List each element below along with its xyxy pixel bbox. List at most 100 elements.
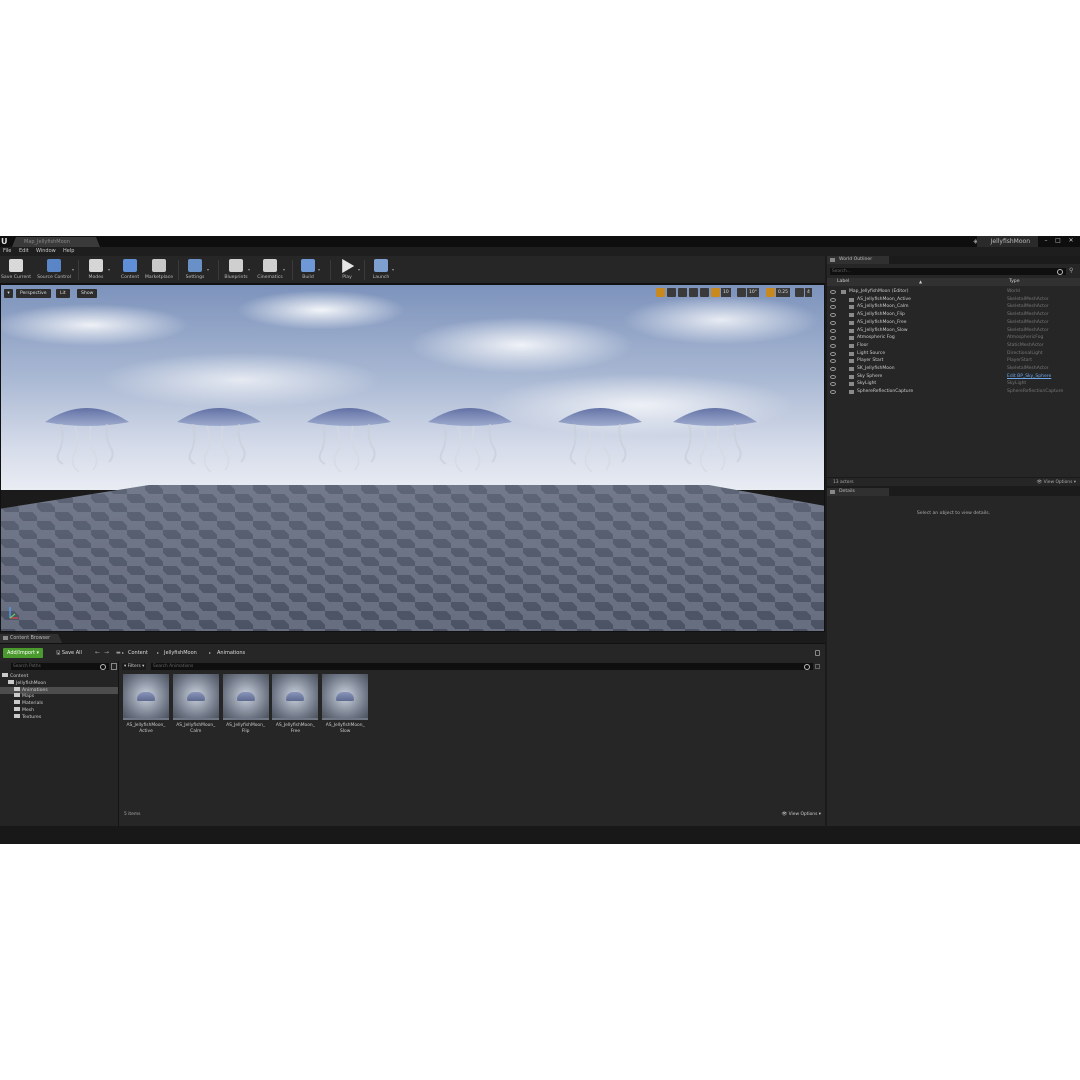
- outliner-row[interactable]: AS_JellyfishMoon_Active SkeletalMeshActor: [827, 296, 1080, 304]
- marketplace-button[interactable]: Marketplace: [143, 257, 175, 283]
- outliner-row[interactable]: AS_JellyfishMoon_Slow SkeletalMeshActor: [827, 327, 1080, 335]
- lit-button[interactable]: Lit: [56, 289, 70, 298]
- asset-tile[interactable]: AS_JellyfishMoon_ Calm: [172, 674, 219, 740]
- grid-size[interactable]: 10: [721, 288, 731, 297]
- dropdown-arrow-icon[interactable]: ▾: [392, 267, 394, 272]
- view-toggle-icon[interactable]: [111, 663, 117, 670]
- viewport-options-icon[interactable]: ▾: [4, 289, 13, 298]
- level-viewport[interactable]: ▾ Perspective Lit Show 10 10° 0.25 4: [0, 284, 825, 632]
- jellyfish-actor[interactable]: [424, 400, 516, 480]
- visibility-eye-icon[interactable]: [830, 313, 836, 318]
- rotate-icon[interactable]: [678, 288, 687, 297]
- asset-tile[interactable]: AS_JellyfishMoon_ Flip: [222, 674, 269, 740]
- source-control-button[interactable]: Source Control: [34, 257, 74, 283]
- dropdown-arrow-icon[interactable]: ▾: [207, 267, 209, 272]
- search-assets-input[interactable]: Search Animations: [151, 663, 813, 670]
- visibility-eye-icon[interactable]: [830, 290, 836, 294]
- outliner-row[interactable]: Player Start PlayerStart: [827, 357, 1080, 365]
- level-tab[interactable]: Map_JellyfishMoon: [12, 237, 100, 247]
- rotation-snap-value[interactable]: 10°: [747, 288, 759, 297]
- dropdown-arrow-icon[interactable]: ▾: [318, 267, 320, 272]
- menu-file[interactable]: File: [3, 247, 11, 256]
- add-import-button[interactable]: Add/Import ▾: [3, 648, 44, 658]
- asset-tile[interactable]: AS_JellyfishMoon_ Active: [123, 674, 169, 740]
- visibility-eye-icon[interactable]: [830, 374, 836, 379]
- jellyfish-actor[interactable]: [303, 400, 395, 480]
- breadcrumb-jellyfishmoon[interactable]: JellyfishMoon: [164, 648, 197, 658]
- visibility-eye-icon[interactable]: [830, 382, 836, 387]
- close-icon[interactable]: ✕: [1066, 237, 1076, 245]
- world-outliner-tab[interactable]: World Outliner: [827, 256, 889, 264]
- minimize-icon[interactable]: –: [1041, 237, 1051, 245]
- scale-snap-icon[interactable]: [766, 288, 775, 297]
- play-button[interactable]: Play: [334, 257, 360, 283]
- outliner-row[interactable]: Light Source DirectionalLight: [827, 350, 1080, 358]
- outliner-row[interactable]: AS_JellyfishMoon_Calm SkeletalMeshActor: [827, 303, 1080, 311]
- camera-speed-icon[interactable]: [795, 288, 804, 297]
- breadcrumb-content[interactable]: Content: [128, 648, 148, 658]
- save-button[interactable]: Save Current: [0, 257, 32, 283]
- perspective-button[interactable]: Perspective: [16, 289, 51, 298]
- folder-textures[interactable]: Textures: [0, 713, 118, 721]
- outliner-row[interactable]: SK_JellyfishMoon SkeletalMeshActor: [827, 365, 1080, 373]
- scale-icon[interactable]: [689, 288, 698, 297]
- visibility-eye-icon[interactable]: [830, 343, 836, 348]
- filters-button[interactable]: ▾ Filters ▾: [122, 663, 147, 670]
- blueprints-button[interactable]: Blueprints: [222, 257, 250, 283]
- jellyfish-actor[interactable]: [173, 400, 265, 480]
- rotation-snap-icon[interactable]: [737, 288, 746, 297]
- dropdown-arrow-icon[interactable]: ▾: [108, 267, 110, 272]
- breadcrumb-animations[interactable]: Animations: [217, 648, 245, 658]
- visibility-eye-icon[interactable]: [830, 367, 836, 371]
- history-icon[interactable]: [815, 664, 820, 669]
- dropdown-arrow-icon[interactable]: ▾: [358, 267, 360, 272]
- save-all-button[interactable]: 🖫 Save All: [56, 648, 82, 658]
- dropdown-arrow-icon[interactable]: ▾: [283, 267, 285, 272]
- dropdown-arrow-icon[interactable]: ▾: [248, 267, 250, 272]
- visibility-eye-icon[interactable]: [830, 328, 836, 333]
- world-local-icon[interactable]: [700, 288, 709, 297]
- forward-arrow-icon[interactable]: →: [104, 648, 109, 658]
- camera-speed-value[interactable]: 4: [805, 288, 812, 297]
- outliner-row[interactable]: Map_JellyfishMoon (Editor) World: [827, 288, 1080, 296]
- details-tab[interactable]: Details: [827, 488, 889, 496]
- column-label[interactable]: Label: [837, 278, 849, 286]
- show-button[interactable]: Show: [77, 289, 98, 298]
- column-type[interactable]: Type: [1009, 278, 1020, 286]
- visibility-eye-icon[interactable]: [830, 305, 836, 310]
- visibility-eye-icon[interactable]: [830, 336, 836, 341]
- grid-snap-icon[interactable]: [711, 288, 720, 297]
- asset-tile[interactable]: AS_JellyfishMoon_ Free: [272, 674, 319, 740]
- dropdown-arrow-icon[interactable]: ▾: [72, 267, 74, 272]
- visibility-eye-icon[interactable]: [830, 359, 836, 364]
- lock-icon[interactable]: [815, 650, 820, 656]
- content-button[interactable]: Content: [118, 257, 142, 283]
- menu-window[interactable]: Window: [36, 247, 56, 256]
- scale-snap-value[interactable]: 0.25: [776, 288, 791, 297]
- visibility-eye-icon[interactable]: [830, 390, 836, 395]
- outliner-row[interactable]: Sky Sphere Edit BP_Sky_Sphere: [827, 373, 1080, 381]
- select-mode-icon[interactable]: [656, 288, 665, 297]
- outliner-row[interactable]: AS_JellyfishMoon_Free SkeletalMeshActor: [827, 319, 1080, 327]
- search-paths-input[interactable]: Search Paths: [11, 663, 109, 670]
- visibility-eye-icon[interactable]: [830, 320, 836, 325]
- maximize-icon[interactable]: □: [1053, 237, 1063, 245]
- cinematics-button[interactable]: Cinematics: [255, 257, 285, 283]
- content-browser-tab[interactable]: Content Browser: [0, 634, 62, 643]
- back-arrow-icon[interactable]: ←: [95, 648, 100, 658]
- launch-button[interactable]: Launch: [368, 257, 394, 283]
- add-actor-icon[interactable]: ⚲: [1069, 267, 1073, 274]
- jellyfish-actor[interactable]: [669, 400, 761, 480]
- outliner-view-options-button[interactable]: 👁 View Options ▾: [1037, 478, 1076, 487]
- menu-edit[interactable]: Edit: [19, 247, 29, 256]
- outliner-row[interactable]: Atmospheric Fog AtmosphericFog: [827, 334, 1080, 342]
- translate-icon[interactable]: [667, 288, 676, 297]
- jellyfish-actor[interactable]: [41, 400, 133, 480]
- outliner-search-input[interactable]: Search...: [830, 268, 1066, 275]
- outliner-row[interactable]: SphereReflectionCapture SphereReflectionC…: [827, 388, 1080, 396]
- outliner-row[interactable]: SkyLight SkyLight: [827, 380, 1080, 388]
- edit-blueprint-link[interactable]: Edit BP_Sky_Sphere: [1007, 373, 1051, 381]
- modes-button[interactable]: Modes: [82, 257, 110, 283]
- menu-help[interactable]: Help: [63, 247, 74, 256]
- view-options-button[interactable]: 👁 View Options ▾: [782, 812, 821, 818]
